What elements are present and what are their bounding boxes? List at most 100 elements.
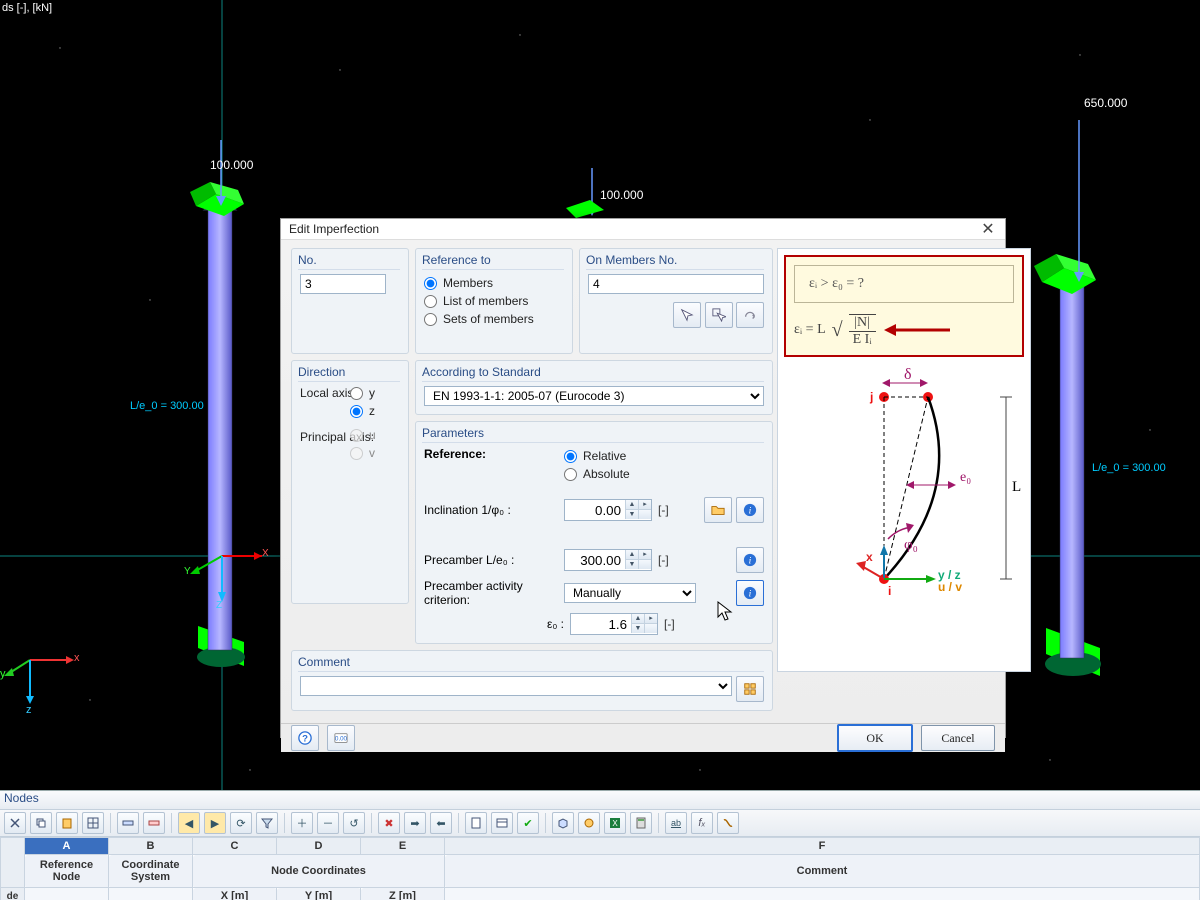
col-f-header[interactable]: F	[445, 838, 1200, 855]
col-z[interactable]: Z [m]	[361, 888, 445, 900]
nodes-table[interactable]: A B C D E F Reference Node Coordinate Sy…	[0, 837, 1200, 900]
tb-del-icon[interactable]: ✖	[378, 812, 400, 834]
pick-member-icon[interactable]	[673, 302, 701, 328]
absolute-radio[interactable]	[564, 468, 577, 481]
col-comment[interactable]: Comment	[445, 855, 1200, 888]
tb-plus-icon[interactable]: ＋	[291, 812, 313, 834]
cancel-button[interactable]: Cancel	[921, 725, 995, 751]
tb-paste-icon[interactable]	[56, 812, 78, 834]
ref-list-radio[interactable]	[424, 295, 437, 308]
axis-y-label: Y	[184, 566, 191, 577]
tb-cut-icon[interactable]	[4, 812, 26, 834]
activity-select[interactable]: Manually	[564, 583, 696, 603]
units-icon[interactable]: 0.00	[327, 725, 355, 751]
load-value-mid: 100.000	[600, 188, 643, 202]
col-e-header[interactable]: E	[361, 838, 445, 855]
column-mid[interactable]	[566, 168, 604, 218]
relative-label: Relative	[583, 449, 626, 463]
ref-members-radio[interactable]	[424, 277, 437, 290]
reference-to-title: Reference to	[422, 253, 564, 270]
col-ref-node[interactable]: Reference Node	[25, 855, 109, 888]
tb-arrow-left-icon[interactable]: ⬅	[430, 812, 452, 834]
ref-sets-label: Sets of members	[443, 312, 534, 326]
svg-text:u / v: u / v	[938, 580, 962, 594]
tb-calc-icon[interactable]	[630, 812, 652, 834]
tb-3dnode-icon[interactable]	[578, 812, 600, 834]
reference-label: Reference:	[424, 447, 564, 461]
ref-sets-radio[interactable]	[424, 313, 437, 326]
col-b-header[interactable]: B	[109, 838, 193, 855]
svg-text:φ₀: φ₀	[904, 537, 918, 553]
svg-text:?: ?	[302, 734, 308, 745]
folder-icon[interactable]	[704, 497, 732, 523]
tb-3dbox-icon[interactable]	[552, 812, 574, 834]
tb-excel-icon[interactable]: X	[604, 812, 626, 834]
col-coord-sys[interactable]: Coordinate System	[109, 855, 193, 888]
axis-z-radio[interactable]	[350, 405, 363, 418]
precamber-input[interactable]: ▲▼▸	[564, 549, 652, 571]
axis-y-radio[interactable]	[350, 387, 363, 400]
e0-input[interactable]: ▲▼▸	[570, 613, 658, 635]
world-z-label: z	[26, 704, 32, 716]
ref-list-label: List of members	[443, 294, 528, 308]
member-label-right: L/e_0 = 300.00	[1092, 462, 1166, 474]
tb-row-add-icon[interactable]	[117, 812, 139, 834]
relative-radio[interactable]	[564, 450, 577, 463]
inclination-input[interactable]: ▲▼▸	[564, 499, 652, 521]
tb-row-del-icon[interactable]	[143, 812, 165, 834]
row-header-de: de	[1, 888, 25, 900]
tb-table-icon[interactable]	[491, 812, 513, 834]
on-members-input[interactable]	[588, 274, 764, 294]
info-icon-3[interactable]: i	[736, 580, 764, 606]
col-a-header[interactable]: A	[25, 838, 109, 855]
close-icon[interactable]: ✕	[979, 219, 997, 239]
info-icon-2[interactable]: i	[736, 547, 764, 573]
inclination-label: Inclination 1/φ₀ :	[424, 503, 564, 517]
imperfection-no-input[interactable]	[300, 274, 386, 294]
tb-refresh-icon[interactable]: ⟳	[230, 812, 252, 834]
tb-nav-right-icon[interactable]: ▶	[204, 812, 226, 834]
tb-copy-icon[interactable]	[30, 812, 52, 834]
axis-z-label: Z	[216, 600, 222, 611]
load-value-left: 100.000	[210, 158, 253, 172]
comment-combo[interactable]	[300, 676, 732, 696]
pick-window-icon[interactable]	[705, 302, 733, 328]
dialog-titlebar[interactable]: Edit Imperfection ✕	[281, 219, 1005, 240]
standard-select[interactable]: EN 1993-1-1: 2005-07 (Eurocode 3)	[424, 386, 764, 406]
tb-ab-icon[interactable]: ab	[665, 812, 687, 834]
info-icon[interactable]: i	[736, 497, 764, 523]
arrow-left-icon	[882, 320, 952, 340]
world-x-label: x	[74, 652, 80, 664]
col-c-header[interactable]: C	[193, 838, 277, 855]
col-d-header[interactable]: D	[277, 838, 361, 855]
no-group-title: No.	[298, 253, 400, 270]
tb-arrow-right-icon[interactable]: ➡	[404, 812, 426, 834]
tb-new-icon[interactable]	[465, 812, 487, 834]
comment-lib-icon[interactable]	[736, 676, 764, 702]
svg-text:i: i	[749, 589, 752, 600]
table-panel: Nodes ◀ ▶ ⟳ ＋ － ↺ ✖ ➡ ⬅ ✔ X ab fₓ	[0, 790, 1200, 900]
illustration-panel: εᵢ > ε₀ = ? εᵢ = L √ |N| E Iᵢ	[777, 248, 1031, 672]
tb-reset-icon[interactable]: ↺	[343, 812, 365, 834]
tb-script-icon[interactable]	[717, 812, 739, 834]
ok-button[interactable]: OK	[837, 724, 913, 752]
col-y[interactable]: Y [m]	[277, 888, 361, 900]
tb-check-icon[interactable]: ✔	[517, 812, 539, 834]
cursor-icon	[717, 601, 733, 621]
tb-fx-icon[interactable]: fₓ	[691, 812, 713, 834]
help-icon[interactable]: ?	[291, 725, 319, 751]
reverse-arrow-icon[interactable]	[736, 302, 764, 328]
formula-num: |N|	[849, 315, 876, 332]
inclination-unit: [-]	[658, 503, 669, 517]
column-right[interactable]	[1034, 120, 1101, 676]
tb-nav-left-icon[interactable]: ◀	[178, 812, 200, 834]
tb-minus-icon[interactable]: －	[317, 812, 339, 834]
axis-x-label: X	[262, 548, 269, 559]
parameters-title: Parameters	[422, 426, 764, 443]
svg-text:x: x	[866, 550, 873, 564]
col-x[interactable]: X [m]	[193, 888, 277, 900]
precamber-label: Precamber L/e₀ :	[424, 553, 564, 567]
tb-filter-icon[interactable]	[256, 812, 278, 834]
viewport-units-label: ds [-], [kN]	[2, 2, 52, 14]
tb-grid-icon[interactable]	[82, 812, 104, 834]
